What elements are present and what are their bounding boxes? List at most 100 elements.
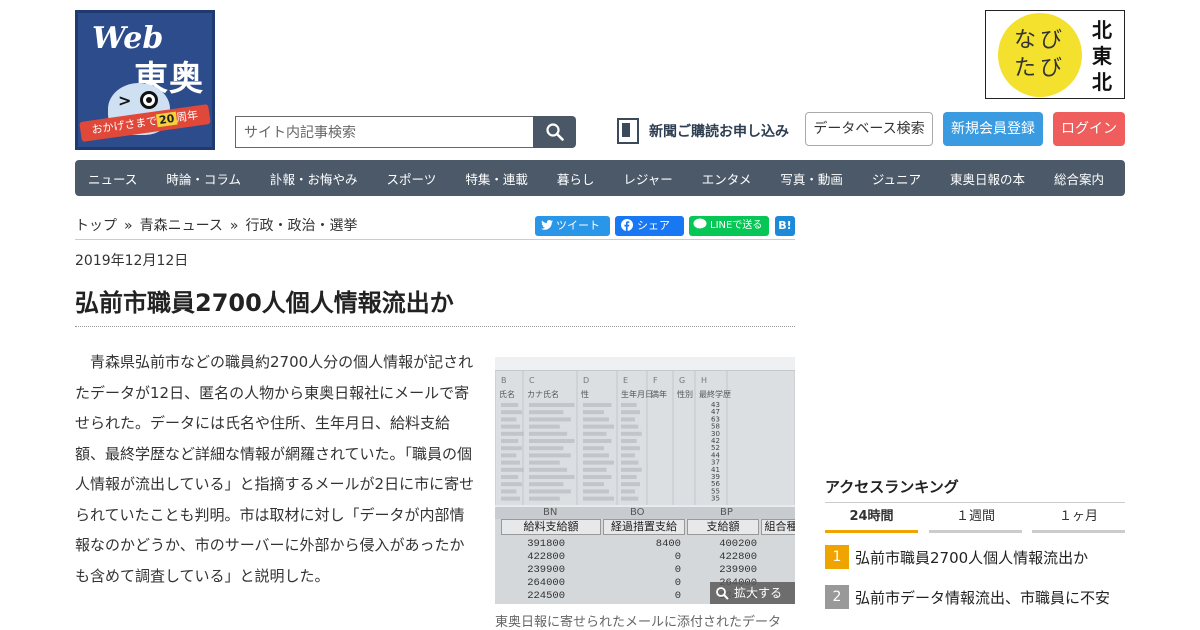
sheet-blurred-cell: [583, 424, 614, 429]
ranking-tab-month[interactable]: １ヶ月: [1032, 507, 1125, 533]
line-icon: [693, 218, 707, 229]
sheet-blurred-cell: [621, 417, 635, 422]
breadcrumb-aomori-news[interactable]: 青森ニュース: [140, 218, 223, 234]
search-icon: [545, 123, 564, 141]
ranking-item[interactable]: 2 弘前市データ情報流出、市職員に不安: [825, 584, 1125, 610]
sheet-blurred-cell: [529, 475, 575, 479]
sheet-blurred-cell: [621, 410, 640, 415]
subscribe-label: 新聞ご購読お申し込み: [649, 124, 789, 140]
sheet-blurred-cell: [583, 417, 609, 422]
sheet-blurred-cell: [501, 482, 522, 487]
nav-item-photo-video[interactable]: 写真・動画: [780, 169, 843, 188]
sheet-col-label: カナ氏名: [527, 389, 559, 399]
login-button[interactable]: ログイン: [1053, 112, 1125, 146]
line-share-button[interactable]: LINEで送る: [689, 216, 769, 236]
database-search-button[interactable]: データベース検索: [805, 112, 933, 146]
sheet-blurred-cell: [501, 453, 517, 458]
sheet-blurred-cell: [583, 475, 612, 479]
sheet-col-letter: G: [679, 376, 685, 385]
subscribe-link[interactable]: 新聞ご購読お申し込み: [617, 117, 789, 145]
nav-item-sports[interactable]: スポーツ: [387, 169, 437, 188]
tweet-button[interactable]: ツイート: [535, 216, 610, 236]
sheet-blurred-cell: [501, 496, 521, 501]
breadcrumb-separator: »: [124, 218, 133, 234]
col-bn: BN: [543, 507, 558, 518]
sheet-salary-cell: 0: [674, 577, 681, 589]
sheet-blurred-cell: [621, 460, 639, 465]
nav-item-info[interactable]: 総合案内: [1054, 169, 1104, 188]
sheet-blurred-cell: [583, 439, 612, 443]
sheet-blurred-cell: [529, 410, 564, 415]
sheet-blurred-cell: [583, 453, 609, 458]
article-photo[interactable]: B C D E F G H 氏名 カナ氏名性生年月日 満年 性別 最終学歴 43 47 63 58 30 42 52…: [495, 357, 795, 604]
sheet-salary-cell: 0: [674, 590, 681, 602]
nav-item-leisure[interactable]: レジャー: [623, 169, 672, 188]
sheet-blurred-cell: [501, 467, 524, 472]
sheet-blurred-cell: [529, 431, 568, 436]
hatena-bookmark-button[interactable]: B!: [775, 216, 795, 236]
sheet-col-letter: B: [501, 376, 507, 385]
ranking-item-title: 弘前市データ情報流出、市職員に不安: [855, 588, 1111, 607]
sheet-blurred-cell: [621, 489, 635, 494]
label-union: 組合種: [761, 519, 795, 535]
sheet-blurred-cell: [501, 446, 522, 451]
sheet-blurred-cell: [501, 410, 522, 415]
sheet-blurred-cell: [621, 475, 637, 479]
breadcrumb: トップ » 青森ニュース » 行政・政治・選挙: [75, 215, 357, 235]
sheet-blurred-cell: [529, 489, 571, 494]
nav-item-living[interactable]: 暮らし: [557, 169, 595, 188]
label-payment: 支給額: [687, 519, 759, 535]
sheet-col-label: 最終学歴: [699, 389, 731, 399]
kita-tohoku-vertical-text: 北東北: [1092, 18, 1112, 94]
search-input[interactable]: [235, 116, 534, 148]
sheet-blurred-cell: [621, 439, 637, 443]
search-button[interactable]: [533, 116, 576, 148]
breadcrumb-politics[interactable]: 行政・政治・選挙: [245, 218, 357, 234]
sheet-salary-cell: 422800: [719, 551, 757, 563]
nav-item-obituary[interactable]: 訃報・お悔やみ: [270, 169, 358, 188]
site-logo[interactable]: Web 東奥 > おかげさまで20周年: [75, 10, 215, 150]
article-body: 青森県弘前市などの職員約2700人分の個人情報が記されたデータが12日、匿名の人…: [75, 353, 475, 585]
sheet-blurred-cell: [621, 424, 639, 429]
facebook-share-button[interactable]: シェア: [615, 216, 684, 236]
breadcrumb-top[interactable]: トップ: [75, 218, 117, 234]
nav-item-junior[interactable]: ジュニア: [872, 169, 921, 188]
ranking-tab-week[interactable]: １週間: [929, 507, 1022, 533]
ranking-item[interactable]: 1 弘前市職員2700人個人情報流出か: [825, 544, 1125, 570]
sheet-salary-cell: 239900: [719, 564, 757, 576]
sheet-col-letter: C: [529, 376, 535, 385]
photo-caption: 東奥日報に寄せられたメールに添付されたデータ: [495, 615, 782, 630]
sheet-col-letter: F: [653, 376, 658, 385]
sheet-top-svg: B C D E F G H氏名 カナ氏名性生年月日満年 性別 最終学歴43476358304252…: [495, 371, 795, 505]
register-button[interactable]: 新規会員登録: [943, 112, 1043, 146]
sheet-blurred-cell: [501, 431, 524, 436]
nav-item-news[interactable]: ニュース: [88, 169, 137, 188]
facebook-icon: [621, 219, 633, 231]
breadcrumb-divider: [75, 239, 795, 240]
sheet-col-label: 性: [581, 389, 589, 399]
ranking-number-badge: 1: [825, 545, 849, 569]
sheet-col-label: 性別: [677, 389, 693, 399]
sheet-blurred-cell: [501, 475, 519, 479]
nabitabi-banner[interactable]: なび たび 北東北: [985, 10, 1125, 99]
nav-item-column[interactable]: 時論・コラム: [166, 169, 241, 188]
zoom-button[interactable]: 拡大する: [710, 582, 795, 604]
ranking-number-badge: 2: [825, 585, 849, 609]
sheet-salary-cell: 0: [674, 551, 681, 563]
sheet-salary-cell: 8400: [655, 538, 681, 550]
col-bp: BP: [720, 507, 733, 518]
sheet-blurred-cell: [501, 403, 519, 407]
nav-item-entertainment[interactable]: エンタメ: [702, 169, 752, 188]
line-share-label: LINEで送る: [710, 220, 763, 231]
spreadsheet-top-view: B C D E F G H 氏名 カナ氏名性生年月日 満年 性別 最終学歴 43 47 63 58 30 42 52…: [495, 357, 795, 505]
ranking-tab-24h[interactable]: 24時間: [825, 507, 918, 533]
sheet-blurred-cell: [529, 424, 560, 429]
sheet-blurred-cell: [583, 403, 612, 407]
nabitabi-circle-logo: なび たび: [998, 13, 1082, 97]
article-date: 2019年12月12日: [75, 253, 189, 269]
sheet-salary-cell: 422800: [527, 551, 565, 563]
nav-item-books[interactable]: 東奥日報の本: [950, 169, 1025, 188]
logo-arrow-icon: >: [118, 91, 132, 110]
nav-item-features[interactable]: 特集・連載: [465, 169, 528, 188]
sheet-blurred-cell: [529, 467, 568, 472]
